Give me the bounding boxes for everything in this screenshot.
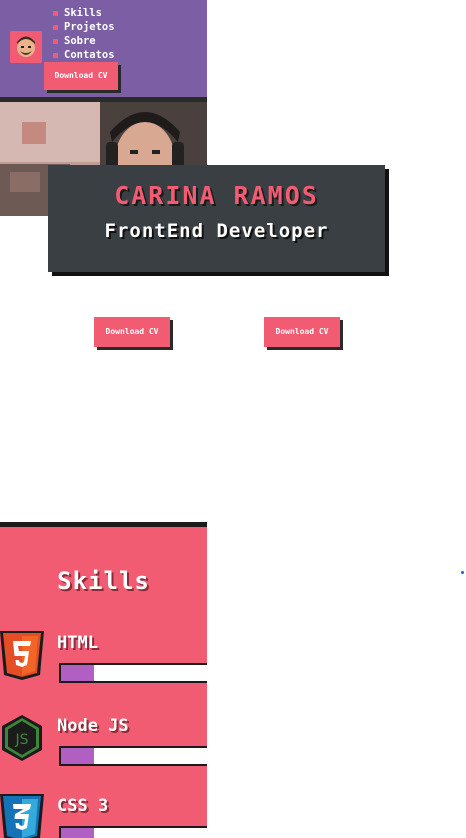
skill-item: JS Node JS [0, 712, 207, 782]
hero-role: FrontEnd Developer [104, 220, 329, 242]
top-nav: Skills Projetos Sobre Contatos Download … [0, 0, 207, 97]
bullet-icon [53, 24, 58, 30]
nav-item-projetos[interactable]: Projetos [53, 20, 115, 34]
nav-item-contatos[interactable]: Contatos [53, 48, 115, 62]
skill-progress-bar [59, 663, 207, 683]
skill-name: HTML [57, 633, 98, 653]
download-cv-button-secondary[interactable]: Download CV [264, 317, 340, 347]
nav-item-skills[interactable]: Skills [53, 6, 115, 20]
hero-name: CARINA RAMOS [114, 181, 319, 210]
skill-progress-fill [61, 748, 95, 764]
skill-item: HTML [0, 629, 207, 699]
avatar [10, 31, 42, 63]
skill-progress-bar [59, 826, 207, 838]
skills-title: Skills [57, 567, 150, 595]
bullet-icon [53, 52, 58, 58]
svg-text:JS: JS [14, 732, 28, 748]
skill-item: CSS 3 [0, 792, 207, 838]
skill-name: CSS 3 [57, 796, 109, 816]
bullet-icon [53, 10, 58, 16]
bullet-icon [53, 38, 58, 44]
nav-download-cv-button[interactable]: Download CV [44, 62, 118, 90]
nav-item-sobre[interactable]: Sobre [53, 34, 115, 48]
html5-icon [0, 629, 44, 681]
nav-menu: Skills Projetos Sobre Contatos [53, 6, 115, 62]
css3-icon [0, 792, 44, 838]
skills-section: Skills HTML JS Node JS CSS 3 [0, 527, 207, 838]
skill-progress-bar [59, 746, 207, 766]
download-cv-button[interactable]: Download CV [94, 317, 170, 347]
nodejs-icon: JS [0, 712, 44, 764]
skill-name: Node JS [57, 716, 129, 736]
hero-card: CARINA RAMOS FrontEnd Developer [48, 165, 385, 272]
skill-progress-fill [61, 665, 95, 681]
dot-indicator [461, 571, 464, 574]
skill-progress-fill [61, 828, 95, 838]
